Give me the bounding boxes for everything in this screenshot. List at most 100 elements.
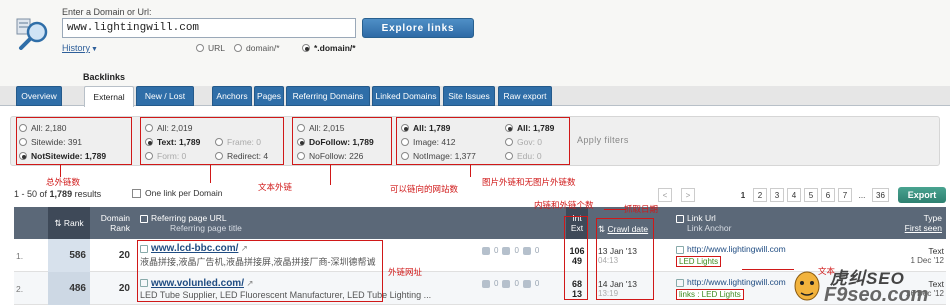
section-title: Backlinks — [83, 72, 126, 82]
annotation-line — [742, 269, 794, 270]
ref-url-link[interactable]: www.lcd-bbc.com/ — [151, 243, 238, 254]
radio-icon — [215, 152, 223, 160]
sort-icon: ⇅ — [54, 217, 62, 228]
page-last-button[interactable]: 36 — [872, 188, 889, 202]
row-domain-rank: 20 — [118, 283, 130, 294]
filter-option[interactable]: Form: 0 — [145, 149, 200, 163]
tab-new-lost[interactable]: New / Lost — [136, 86, 194, 106]
external-link-icon[interactable]: ↗ — [241, 243, 248, 253]
link-anchor-header: Link Anchor — [687, 223, 732, 233]
radio-icon — [401, 152, 409, 160]
filter-group-image: All: 1,789 Image: 412 NotImage: 1,377 — [401, 121, 476, 163]
annotation-line — [470, 165, 471, 177]
filter-option[interactable]: All: 2,015 — [297, 121, 374, 135]
radio-selected-icon — [505, 124, 513, 132]
filter-option[interactable]: Image: 412 — [401, 135, 476, 149]
external-link-icon[interactable]: ↗ — [246, 278, 253, 288]
domain-rank-header[interactable]: Domain Rank — [94, 207, 130, 239]
tab-anchors[interactable]: Anchors — [212, 86, 252, 106]
tab-linked-domains[interactable]: Linked Domains — [372, 86, 440, 106]
scope-option-url[interactable]: URL — [196, 43, 225, 53]
annotation-line — [330, 165, 331, 185]
filter-option[interactable]: All: 1,789 — [505, 121, 554, 135]
apply-filters-button[interactable]: Apply filters — [577, 135, 629, 145]
history-label: History — [62, 43, 91, 53]
filter-group-link-type-2: Frame: 0 Redirect: 4 — [215, 135, 268, 163]
int-ext-header[interactable]: Int Ext — [566, 207, 588, 239]
filter-option[interactable]: NotSitewide: 1,789 — [19, 149, 106, 163]
filter-option[interactable]: Frame: 0 — [215, 135, 268, 149]
domain-search-input[interactable] — [62, 18, 356, 38]
next-page-button[interactable]: > — [681, 188, 695, 202]
scope-option-subdomain[interactable]: *.domain/* — [302, 43, 356, 53]
radio-icon — [505, 152, 513, 160]
page-2-button[interactable]: 2 — [753, 188, 767, 202]
filter-option[interactable]: NoFollow: 226 — [297, 149, 374, 163]
tab-overview[interactable]: Overview — [16, 86, 62, 106]
link-url[interactable]: http://www.lightingwill.com — [687, 244, 786, 254]
annotation-crawl: 抓取日期 — [624, 205, 659, 215]
filter-option[interactable]: Sitewide: 391 — [19, 135, 106, 149]
crawl-date: 13 Jan '13 — [598, 246, 637, 256]
tab-raw-export[interactable]: Raw export — [498, 86, 552, 106]
history-link[interactable]: History▼ — [62, 43, 98, 53]
row-int-ext: 106 49 — [566, 239, 588, 272]
link-url-header[interactable]: Link Url Link Anchor — [676, 207, 816, 239]
page-1-button[interactable]: 1 — [736, 188, 750, 202]
annotation-line — [604, 209, 626, 210]
filter-option[interactable]: DoFollow: 1,789 — [297, 135, 374, 149]
tab-external[interactable]: External — [84, 86, 134, 107]
filter-option[interactable]: NotImage: 1,377 — [401, 149, 476, 163]
magnifier-logo-icon — [16, 18, 48, 50]
filter-label: Sitewide: 391 — [31, 137, 83, 147]
ref-url-line: www.volunled.com/ ↗ — [140, 278, 480, 289]
annotation-line — [210, 165, 211, 183]
rank-header[interactable]: ⇅ Rank — [48, 207, 90, 239]
link-icon — [676, 245, 684, 254]
tab-pages[interactable]: Pages — [254, 86, 284, 106]
radio-icon — [234, 44, 242, 52]
filter-option[interactable]: Gov: 0 — [505, 135, 554, 149]
watermark-url: F9seo.com — [824, 284, 929, 306]
filter-option[interactable]: All: 1,789 — [401, 121, 476, 135]
filter-option[interactable]: All: 2,019 — [145, 121, 200, 135]
export-button[interactable]: Export — [898, 187, 946, 203]
filter-option[interactable]: All: 2,180 — [19, 121, 106, 135]
filter-group-follow: All: 2,015 DoFollow: 1,789 NoFollow: 226 — [297, 121, 374, 163]
filter-option[interactable]: Edu: 0 — [505, 149, 554, 163]
type-header[interactable]: Type First seen — [894, 207, 942, 239]
ref-url-header-text: Referring page URL — [151, 213, 227, 223]
facebook-icon — [522, 246, 531, 255]
one-link-per-domain-checkbox[interactable]: One link per Domain — [132, 188, 222, 198]
prev-page-button[interactable]: < — [658, 188, 672, 202]
ext-value: 13 — [571, 288, 582, 299]
int-value: 68 — [571, 278, 582, 289]
page-5-button[interactable]: 5 — [804, 188, 818, 202]
twitter-icon — [502, 279, 511, 288]
filter-label: NotImage: 1,377 — [413, 151, 476, 161]
crawl-date-header-text: Crawl date — [607, 223, 649, 234]
filter-option[interactable]: Text: 1,789 — [145, 135, 200, 149]
tab-referring-domains[interactable]: Referring Domains — [286, 86, 370, 106]
link-url-header-text: Link Url — [687, 213, 716, 223]
filter-label: Form: 0 — [157, 151, 187, 161]
explore-links-button[interactable]: Explore links — [362, 18, 474, 38]
page-6-button[interactable]: 6 — [821, 188, 835, 202]
filter-option[interactable]: Redirect: 4 — [215, 149, 268, 163]
filter-label: Edu: 0 — [517, 151, 542, 161]
scope-option-domain[interactable]: domain/* — [234, 43, 280, 53]
page-4-button[interactable]: 4 — [787, 188, 801, 202]
ref-page-header[interactable]: Referring page URL Referring page title — [140, 207, 440, 239]
pager-prev-next: < > — [658, 188, 695, 202]
page-3-button[interactable]: 3 — [770, 188, 784, 202]
ref-url-link[interactable]: www.volunled.com/ — [151, 278, 244, 289]
row-index: 1. — [16, 250, 24, 261]
link-url[interactable]: http://www.lightingwill.com — [687, 277, 786, 287]
radio-icon — [19, 124, 27, 132]
page-7-button[interactable]: 7 — [838, 188, 852, 202]
filter-group-link-type: All: 2,019 Text: 1,789 Form: 0 — [145, 121, 200, 163]
filter-label: NotSitewide: 1,789 — [31, 151, 107, 161]
tab-site-issues[interactable]: Site Issues — [443, 86, 495, 106]
radio-icon — [297, 152, 305, 160]
scope-option-label: domain/* — [246, 43, 280, 53]
